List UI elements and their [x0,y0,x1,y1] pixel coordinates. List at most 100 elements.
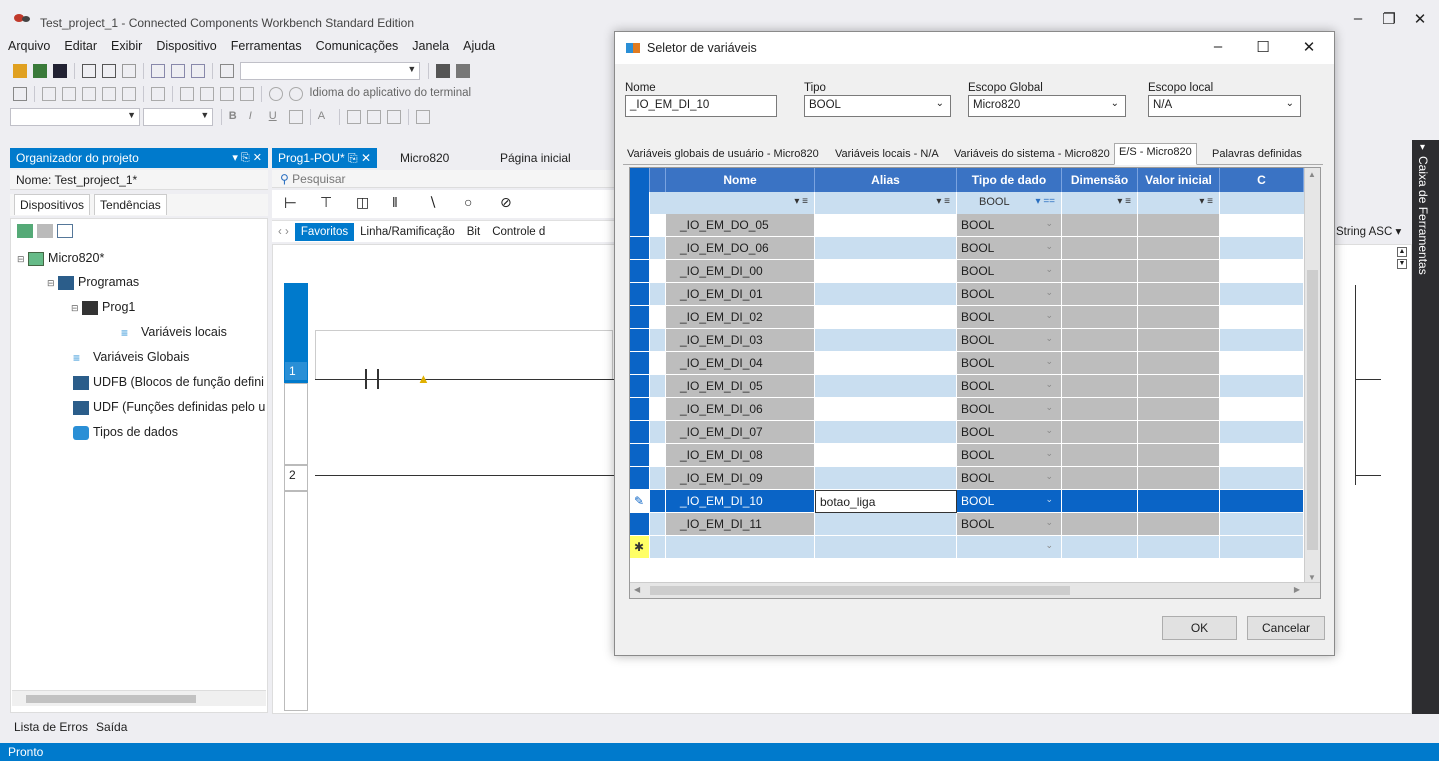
table-row[interactable]: _IO_EM_DI_00 BOOL ⌄ [630,260,1304,283]
coil-icon[interactable]: ○ [464,194,472,210]
column-nome[interactable]: Nome [666,168,815,192]
cell-type[interactable]: ⌄ [957,536,1062,559]
underline-icon[interactable]: U [269,110,283,124]
tree-item-programas[interactable]: ⊟ Programas [47,275,139,290]
cell-dimension[interactable] [1062,536,1138,559]
contact-left[interactable] [365,369,367,389]
cell-name[interactable]: _IO_EM_DI_11 [666,513,815,536]
close-icon[interactable]: ✕ [361,151,371,165]
new-row[interactable]: ✱ ⌄ [630,536,1304,559]
new-project-icon[interactable] [13,64,27,78]
tab-prog1-pou[interactable]: Prog1-POU* ⎘ ✕ [272,148,378,168]
menu-dispositivo[interactable]: Dispositivo [150,36,222,56]
copy-icon[interactable] [102,64,116,78]
table-row[interactable]: _IO_EM_DO_05 BOOL ⌄ [630,214,1304,237]
build-icon[interactable] [435,64,450,78]
filter-icon[interactable]: ▾ ≡ [1199,196,1213,207]
cell-comment[interactable] [1220,283,1304,306]
find-icon[interactable] [220,64,234,78]
tab-variaveis-sistema[interactable]: Variáveis do sistema - Micro820 [950,146,1114,162]
cell-dimension[interactable] [1062,421,1138,444]
toolbox-label[interactable]: Caixa de Ferramentas [1416,156,1430,275]
tree-view-icon[interactable] [57,223,73,238]
collapse-icon[interactable]: ⊟ [17,254,25,264]
cell-alias[interactable] [815,444,957,467]
table-row[interactable]: _IO_EM_DI_07 BOOL ⌄ [630,421,1304,444]
align-left-icon[interactable] [42,87,56,101]
tab-tendencias[interactable]: Tendências [94,194,167,215]
zoom-out-icon[interactable] [289,87,303,101]
cell-dimension[interactable] [1062,260,1138,283]
filter-tipo[interactable]: BOOL ▾ == [957,192,1062,214]
row-selector[interactable] [630,306,650,329]
tab-lista-de-erros[interactable]: Lista de Erros [10,717,92,737]
cell-dimension[interactable] [1062,237,1138,260]
row-selector[interactable] [630,214,650,237]
cell-initial-value[interactable] [1138,467,1220,490]
grid-hscrollbar[interactable]: ◀ ▶ [630,582,1320,598]
chevron-down-icon[interactable]: ⌄ [1045,471,1053,482]
cell-comment[interactable] [1220,536,1304,559]
tab-pagina-inicial[interactable]: Página inicial [494,148,577,168]
filter-dimensao[interactable]: ▾ ≡ [1062,192,1138,214]
cell-name[interactable]: _IO_EM_DI_10 [666,490,815,513]
cell-alias[interactable] [815,375,957,398]
cell-alias[interactable] [815,237,957,260]
cell-name[interactable] [666,536,815,559]
ungroup-icon[interactable] [240,87,254,101]
chevron-down-icon[interactable]: ⌄ [1045,241,1053,252]
filter-icon[interactable]: ▾ ≡ [1117,196,1131,207]
cell-alias[interactable] [815,467,957,490]
chevron-down-icon[interactable]: ⌄ [1045,540,1053,551]
cell-type[interactable]: BOOL ⌄ [957,260,1062,283]
branch-icon[interactable]: ⊤ [320,194,332,211]
cell-type[interactable]: BOOL ⌄ [957,306,1062,329]
tab-saida[interactable]: Saída [92,717,131,737]
filter-nome[interactable]: ▾ ≡ [666,192,815,214]
cell-dimension[interactable] [1062,444,1138,467]
pin-icon[interactable]: ⎘ [348,151,358,165]
menu-ferramentas[interactable]: Ferramentas [225,36,308,56]
close-icon[interactable]: ✕ [1408,10,1432,28]
category-controle[interactable]: Controle d [486,223,551,241]
cell-name[interactable]: _IO_EM_DI_09 [666,467,815,490]
cut-icon[interactable] [82,64,96,78]
cell-name[interactable]: _IO_EM_DI_08 [666,444,815,467]
filter-valor-inicial[interactable]: ▾ ≡ [1138,192,1220,214]
cell-initial-value[interactable] [1138,398,1220,421]
table-row[interactable]: _IO_EM_DI_02 BOOL ⌄ [630,306,1304,329]
distribute-icon[interactable] [122,87,136,101]
add-device-icon[interactable] [17,223,33,238]
cell-comment[interactable] [1220,329,1304,352]
escopo-local-select[interactable]: N/A ⌄ [1148,95,1301,117]
chevron-down-icon[interactable]: ▾ [1420,142,1425,153]
cell-dimension[interactable] [1062,283,1138,306]
cell-comment[interactable] [1220,352,1304,375]
cell-initial-value[interactable] [1138,237,1220,260]
cell-type[interactable]: BOOL ⌄ [957,283,1062,306]
cell-initial-value[interactable] [1138,329,1220,352]
size-icon[interactable] [151,87,165,101]
chevron-down-icon[interactable]: ⌄ [1045,264,1053,275]
row-selector[interactable] [630,329,650,352]
search-combo[interactable]: ▼ [240,62,421,80]
string-combo[interactable]: String ASC ▾ [1336,224,1401,238]
rung-icon[interactable]: ⊢ [284,194,297,212]
table-row[interactable]: _IO_EM_DI_05 BOOL ⌄ [630,375,1304,398]
close-icon[interactable]: ✕ [1297,38,1321,56]
cell-type[interactable]: BOOL ⌄ [957,467,1062,490]
cell-comment[interactable] [1220,444,1304,467]
cell-name[interactable]: _IO_EM_DI_00 [666,260,815,283]
cell-alias[interactable] [815,329,957,352]
cell-type[interactable]: BOOL ⌄ [957,490,1062,513]
grid-vscrollbar[interactable]: ▲ ▼ [1304,168,1320,584]
chevron-down-icon[interactable]: ⌄ [1045,517,1053,528]
tab-variaveis-locais[interactable]: Variáveis locais - N/A [831,146,943,162]
cell-dimension[interactable] [1062,467,1138,490]
scroll-up-icon[interactable]: ▲ [1308,170,1316,179]
cell-type[interactable]: BOOL ⌄ [957,375,1062,398]
row-selector[interactable] [630,237,650,260]
back-icon[interactable] [191,64,205,78]
scroll-thumb[interactable] [26,695,196,703]
font-size-combo[interactable]: ▼ [143,108,214,126]
